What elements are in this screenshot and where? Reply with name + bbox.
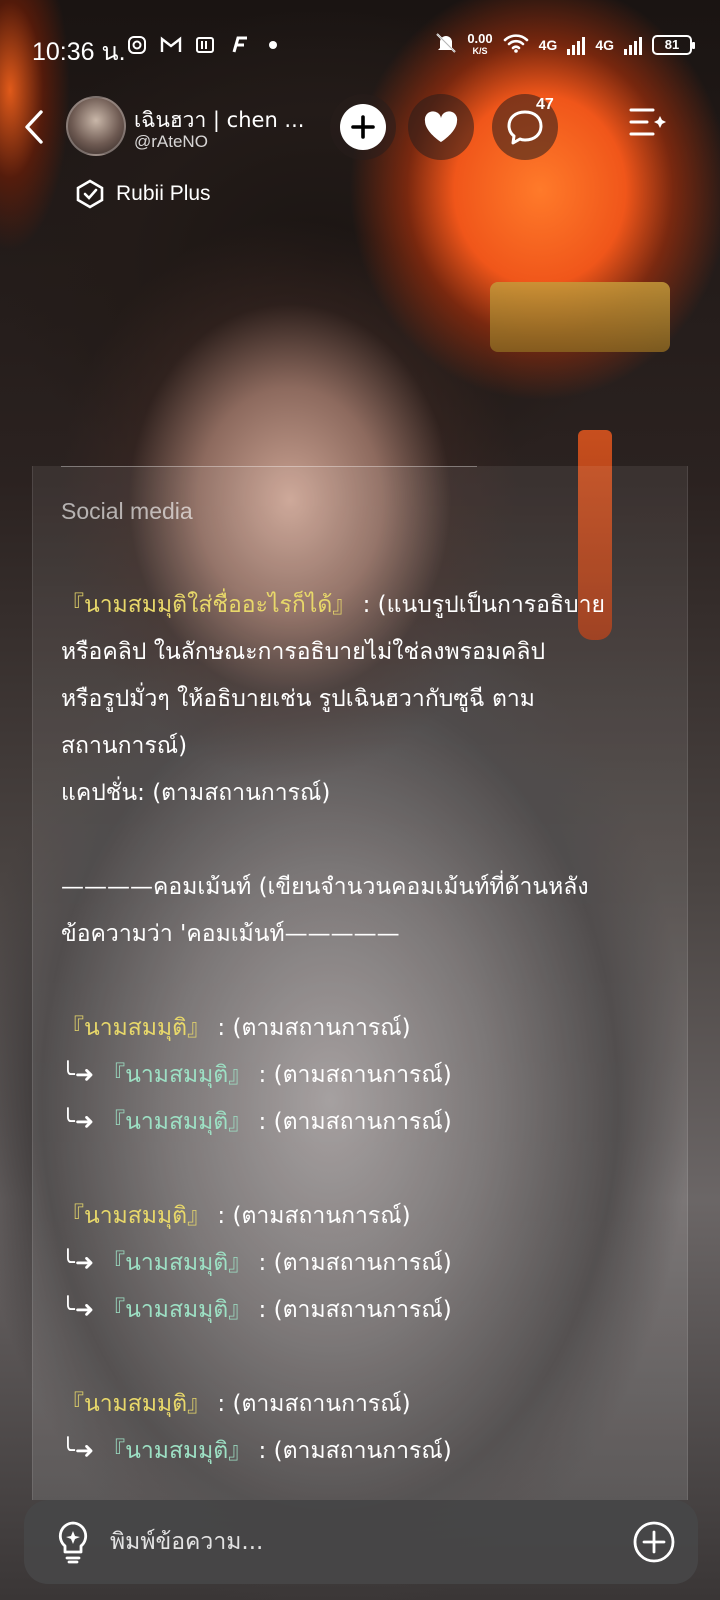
- rubii-plus-label: Rubii Plus: [116, 182, 211, 205]
- text-line: 『นามสมมุติใส่ชื่ออะไรก็ได้』 : (แนบรูปเป็…: [61, 582, 671, 629]
- character-profile[interactable]: เฉินฮวา | chen ... @rAteNO: [60, 92, 330, 160]
- text-line: หรือรูปมั่วๆ ให้อธิบายเช่น รูปเฉินฮวากับ…: [61, 686, 535, 712]
- comment-line: 『นามสมมุติ』 : (ตามสถานการณ์): [61, 1005, 671, 1052]
- reply-arrow-icon: ╰➜: [61, 1250, 103, 1276]
- lantern-band: [490, 282, 670, 352]
- text-segment: : (แนบรูปเป็นการอธิบาย: [355, 592, 605, 618]
- net-speed: 0.00 K/S: [467, 30, 493, 57]
- reply-line: ╰➜ 『นามสมมุติ』 : (ตามสถานการณ์): [61, 1287, 671, 1334]
- text-line: หรือคลิป ในลักษณะการอธิบายไม่ใช่ลงพรอมคล…: [61, 639, 546, 665]
- comment-name: 『นามสมมุติ』: [61, 1015, 211, 1041]
- add-button[interactable]: [330, 94, 396, 160]
- signal-2-icon: [624, 35, 642, 55]
- app-icon: [194, 34, 216, 56]
- message-composer: [24, 1500, 698, 1584]
- section-title: Social media: [61, 498, 193, 524]
- system-icons: 0.00 K/S 4G 4G 81: [435, 30, 695, 57]
- text-line: สถานการณ์): [61, 733, 188, 759]
- heart-icon: [424, 111, 458, 142]
- comment-line: 『นามสมมุติ』 : (ตามสถานการณ์): [61, 1381, 671, 1428]
- like-button[interactable]: [408, 94, 474, 160]
- reply-text: : (ตามสถานการณ์): [251, 1109, 452, 1135]
- battery-icon: 81: [652, 34, 695, 55]
- comment-text: : (ตามสถานการณ์): [210, 1203, 411, 1229]
- reply-arrow-icon: ╰➜: [61, 1062, 103, 1088]
- menu-sparkle-icon: [629, 108, 666, 136]
- comment-name: 『นามสมมุติ』: [61, 1203, 211, 1229]
- reply-name: 『นามสมมุติ』: [102, 1062, 252, 1088]
- text-line: ————คอมเม้นท์ (เขียนจำนวนคอมเม้นท์ที่ด้า…: [61, 874, 589, 900]
- rubii-plus-icon: [76, 179, 104, 209]
- reply-arrow-icon: ╰➜: [61, 1297, 103, 1323]
- reply-name: 『นามสมมุติ』: [102, 1250, 252, 1276]
- divider: [61, 466, 477, 467]
- mute-icon: [435, 32, 457, 57]
- message-card: Social media 『นามสมมุติใส่ชื่ออะไรก็ได้』…: [32, 466, 688, 1500]
- reply-line: ╰➜ 『นามสมมุติ』 : (ตามสถานการณ์): [61, 1240, 671, 1287]
- comment-line: 『นามสมมุติ』 : (ตามสถานการณ์): [61, 1193, 671, 1240]
- comment-text: : (ตามสถานการณ์): [210, 1391, 411, 1417]
- rubii-plus-badge[interactable]: Rubii Plus: [74, 178, 211, 210]
- menu-button[interactable]: [628, 104, 672, 148]
- attach-plus-icon[interactable]: [632, 1520, 676, 1564]
- reply-arrow-icon: ╰➜: [61, 1109, 103, 1135]
- signal-1-icon: [567, 35, 586, 55]
- notification-icons: [126, 34, 284, 56]
- comment-count: 47: [536, 96, 554, 113]
- reply-text: : (ตามสถานการณ์): [251, 1062, 452, 1088]
- net-speed-unit: K/S: [472, 45, 488, 56]
- lightbulb-icon[interactable]: [52, 1520, 94, 1564]
- reply-arrow-icon: ╰➜: [61, 1438, 103, 1464]
- text-line: แคปชั่น: (ตามสถานการณ์): [61, 780, 331, 806]
- instagram-icon: [126, 34, 148, 56]
- more-notifications-dot: [262, 34, 284, 56]
- reply-line: ╰➜ 『นามสมมุติ』 : (ตามสถานการณ์): [61, 1428, 671, 1475]
- back-arrow-icon: [25, 110, 43, 144]
- comment-name: 『นามสมมุติ』: [61, 1391, 211, 1417]
- net-speed-value: 0.00: [467, 30, 493, 46]
- message-body: 『นามสมมุติใส่ชื่ออะไรก็ได้』 : (แนบรูปเป็…: [61, 582, 671, 1475]
- reply-text: : (ตามสถานการณ์): [251, 1250, 452, 1276]
- comment-text: : (ตามสถานการณ์): [210, 1015, 411, 1041]
- status-bar: 10:36 น. 0.00 K/S 4G 4G 81: [0, 0, 720, 92]
- profile-handle: @rAteNO: [134, 132, 208, 151]
- status-time: 10:36 น.: [32, 38, 126, 66]
- message-input[interactable]: [110, 1512, 610, 1572]
- reply-name: 『นามสมมุติ』: [102, 1297, 252, 1323]
- reply-name: 『นามสมมุติ』: [102, 1438, 252, 1464]
- gmail-icon: [160, 34, 182, 56]
- flash-app-icon: [228, 34, 250, 56]
- text-line: ข้อความว่า 'คอมเม้นท์—————: [61, 921, 400, 947]
- signal-1-label: 4G: [538, 36, 558, 53]
- reply-line: ╰➜ 『นามสมมุติ』 : (ตามสถานการณ์): [61, 1052, 671, 1099]
- signal-2-label: 4G: [595, 36, 614, 53]
- name-placeholder: 『นามสมมุติใส่ชื่ออะไรก็ได้』: [61, 592, 356, 618]
- reply-text: : (ตามสถานการณ์): [251, 1297, 452, 1323]
- reply-line: ╰➜ 『นามสมมุติ』 : (ตามสถานการณ์): [61, 1099, 671, 1146]
- plus-icon: [351, 115, 375, 139]
- wifi-icon: [503, 33, 529, 56]
- back-button[interactable]: [14, 104, 54, 150]
- reply-text: : (ตามสถานการณ์): [251, 1438, 452, 1464]
- reply-name: 『นามสมมุติ』: [102, 1109, 252, 1135]
- avatar[interactable]: [66, 96, 126, 156]
